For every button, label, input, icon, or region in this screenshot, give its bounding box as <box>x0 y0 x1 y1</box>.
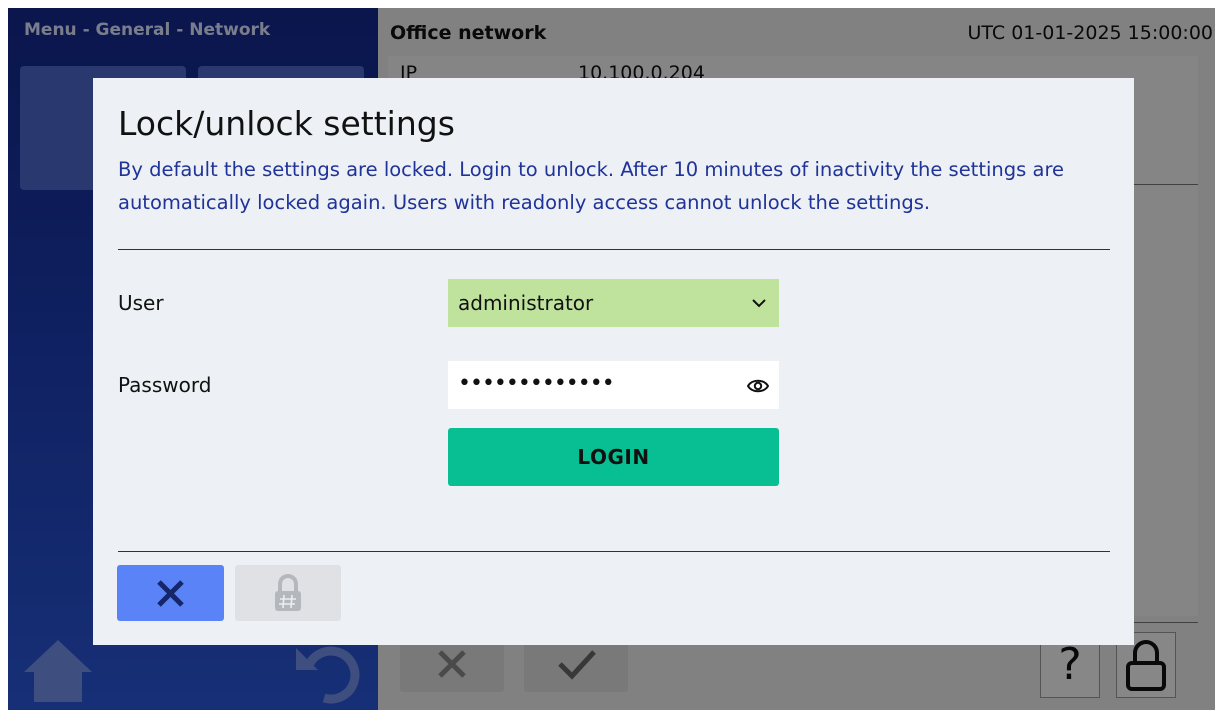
login-button[interactable]: LOGIN <box>448 428 779 486</box>
user-select[interactable]: administrator <box>448 279 779 327</box>
dialog-divider-bottom <box>118 551 1110 552</box>
lock-settings-dialog: Lock/unlock settings By default the sett… <box>93 78 1134 645</box>
dialog-title: Lock/unlock settings <box>118 104 455 143</box>
eye-icon[interactable] <box>747 375 769 397</box>
chevron-down-icon <box>752 299 766 308</box>
screen: Menu - General - Network Office network … <box>8 8 1215 710</box>
keypad-lock-button[interactable] <box>235 565 341 621</box>
dialog-description: By default the settings are locked. Logi… <box>118 158 1065 214</box>
user-select-value: administrator <box>458 291 594 315</box>
password-field[interactable]: ••••••••••••• <box>448 361 779 409</box>
password-label: Password <box>118 373 212 397</box>
password-value: ••••••••••••• <box>458 371 615 396</box>
dialog-divider-top <box>118 249 1110 250</box>
user-label: User <box>118 291 164 315</box>
close-icon <box>157 580 184 607</box>
dialog-close-button[interactable] <box>117 565 224 621</box>
lock-keypad-icon <box>275 574 301 611</box>
login-button-label: LOGIN <box>577 445 650 469</box>
